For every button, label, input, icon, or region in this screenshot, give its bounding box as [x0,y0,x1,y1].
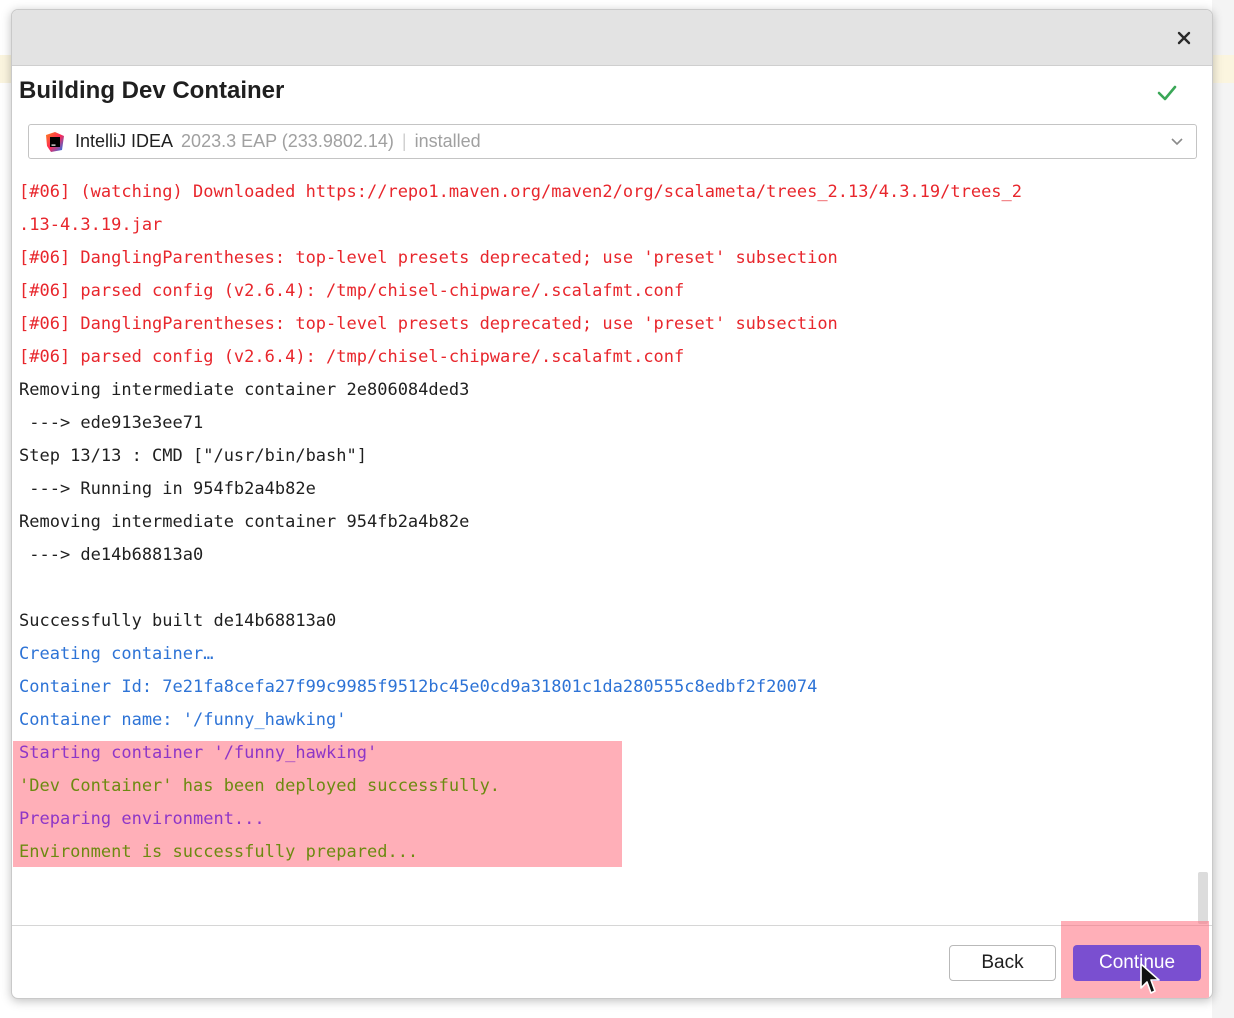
close-icon[interactable] [1172,26,1196,50]
log-line: Starting container '/funny_hawking' [19,743,378,763]
log-line: 'Dev Container' has been deployed succes… [19,776,501,796]
log-line: Step 13/13 : CMD ["/usr/bin/bash"] [19,446,367,466]
log-scrollbar[interactable] [1198,872,1208,924]
log-line: [#06] DanglingParentheses: top-level pre… [19,248,838,268]
background-edge [1212,0,1234,1018]
log-line: [#06] parsed config (v2.6.4): /tmp/chise… [19,281,685,301]
continue-button[interactable]: Continue [1073,945,1201,981]
log-line: Preparing environment... [19,809,265,829]
ide-selector-dropdown[interactable]: IntelliJ IDEA 2023.3 EAP (233.9802.14) |… [28,124,1197,159]
log-line: ---> Running in 954fb2a4b82e [19,479,316,499]
log-line: Creating container… [19,644,214,664]
log-line: Removing intermediate container 2e806084… [19,380,470,400]
dialog-title: Building Dev Container [19,77,285,104]
log-line: [#06] (watching) Downloaded https://repo… [19,182,1023,202]
intellij-idea-icon [46,131,64,152]
back-button[interactable]: Back [949,945,1056,981]
log-line: [#06] DanglingParentheses: top-level pre… [19,314,838,334]
log-line: [#06] parsed config (v2.6.4): /tmp/chise… [19,347,685,367]
footer-divider [12,925,1212,926]
dialog-titlebar [12,10,1212,66]
build-log-output: [#06] (watching) Downloaded https://repo… [19,176,1199,869]
log-line: ---> ede913e3ee71 [19,413,204,433]
log-line: Successfully built de14b68813a0 [19,611,337,631]
ide-version: 2023.3 EAP (233.9802.14) [181,131,394,151]
log-line: Removing intermediate container 954fb2a4… [19,512,470,532]
chevron-down-icon [1171,138,1183,146]
log-line: Environment is successfully prepared... [19,842,419,862]
ide-name: IntelliJ IDEA [75,131,174,151]
ide-separator: | [401,131,407,151]
log-line: .13-4.3.19.jar [19,215,163,235]
check-icon [1157,85,1177,101]
log-line: ---> de14b68813a0 [19,545,204,565]
log-line: Container name: '/funny_hawking' [19,710,347,730]
ide-install-status: installed [414,131,481,151]
building-dev-container-dialog: Building Dev Container IntelliJ IDEA 202… [11,9,1213,999]
mouse-cursor-icon [1140,963,1160,994]
log-line: Container Id: 7e21fa8cefa27f99c9985f9512… [19,677,818,697]
